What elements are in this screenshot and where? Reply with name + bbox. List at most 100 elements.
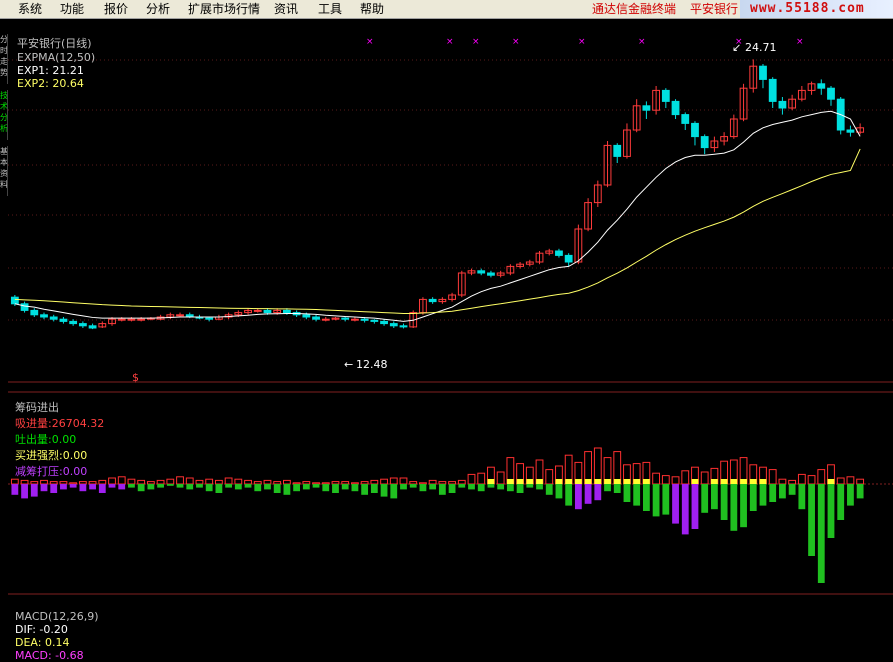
candle-down xyxy=(205,317,214,320)
release-bar xyxy=(302,484,310,490)
absorb-bar xyxy=(302,481,311,485)
candle-down xyxy=(389,323,398,327)
absorb-bar xyxy=(273,481,282,485)
signal-marker: × xyxy=(638,37,646,47)
absorb-bar xyxy=(467,473,476,485)
release-bar xyxy=(98,484,106,493)
absorb-bar xyxy=(185,477,194,485)
macd-panel-header: MACD(12,26,9) DIF: -0.20 DEA: 0.14 MACD:… xyxy=(8,597,99,662)
release-bar xyxy=(817,484,825,583)
absorb-bar xyxy=(146,481,155,485)
stock-chart[interactable]: × × × × × × × ×←↙$ xyxy=(0,20,893,610)
release-bar xyxy=(176,484,184,488)
candle-down xyxy=(778,100,787,109)
absorb-bar xyxy=(292,482,301,485)
absorb-value: 26704.32 xyxy=(51,417,105,430)
absorb-bar xyxy=(496,471,505,485)
release-bar xyxy=(652,484,660,517)
candle-down xyxy=(283,309,291,314)
absorb-bar xyxy=(671,476,680,485)
release-bar xyxy=(361,484,369,495)
absorb-bar xyxy=(98,479,107,485)
release-bar xyxy=(604,484,611,492)
release-bar xyxy=(701,484,709,513)
absorb-bar xyxy=(477,472,486,485)
tab-technical-analysis[interactable]: 技术分析 xyxy=(0,90,8,140)
release-bar xyxy=(400,484,407,490)
menu-analysis[interactable]: 分析 xyxy=(146,0,170,18)
release-bar xyxy=(672,484,679,524)
release-bar xyxy=(264,484,271,490)
absorb-bar xyxy=(788,479,797,485)
menu-help[interactable]: 帮助 xyxy=(360,0,384,18)
menu-extended-market[interactable]: 扩展市场行情 xyxy=(188,0,260,18)
absorb-bar xyxy=(195,479,204,485)
buy-strong-bar xyxy=(633,479,641,484)
candle-down xyxy=(428,298,437,303)
buy-strong-bar xyxy=(759,479,767,484)
release-bar xyxy=(322,484,330,492)
release-bar xyxy=(438,484,446,495)
menu-system[interactable]: 系统 xyxy=(18,0,42,18)
release-bar xyxy=(633,484,641,506)
absorb-bar xyxy=(137,479,146,485)
release-bar xyxy=(497,484,505,490)
candle-up xyxy=(351,318,359,321)
release-bar xyxy=(458,484,466,488)
buy-strong-bar xyxy=(574,479,582,484)
release-bar xyxy=(60,484,67,490)
release-bar xyxy=(21,484,28,499)
release-bar xyxy=(506,484,514,492)
app-title: 通达信金融终端 xyxy=(592,2,677,16)
release-bar xyxy=(769,484,777,502)
side-tabs: 分时走势 技术分析 基本资料 xyxy=(0,20,8,610)
low-price-label: 12.48 xyxy=(356,358,388,371)
buy-strong-bar xyxy=(711,479,718,484)
menu-function[interactable]: 功能 xyxy=(60,0,84,18)
tab-fundamentals[interactable]: 基本资料 xyxy=(0,146,8,196)
dea-value: DEA: 0.14 xyxy=(15,636,70,649)
absorb-bar xyxy=(205,478,214,485)
release-bar xyxy=(205,484,213,492)
candle-up xyxy=(176,314,184,317)
buy-strong-bar xyxy=(720,479,728,484)
candle-down xyxy=(20,303,29,311)
absorb-bar xyxy=(20,479,29,485)
release-bar xyxy=(545,484,553,495)
release-bar xyxy=(477,484,485,492)
release-bar xyxy=(137,484,145,492)
release-bar xyxy=(681,484,689,535)
candle-down xyxy=(59,318,68,322)
candle-down xyxy=(613,144,622,157)
tab-intraday[interactable]: 分时走势 xyxy=(0,34,8,84)
candle-down xyxy=(691,122,699,138)
release-bar xyxy=(526,484,534,488)
menu-quote[interactable]: 报价 xyxy=(104,0,128,18)
buy-strong-bar xyxy=(642,479,650,484)
absorb-bar xyxy=(156,479,165,485)
absorb-bar xyxy=(457,479,466,485)
release-bar xyxy=(827,484,835,538)
buy-strong-bar xyxy=(749,479,757,484)
release-bar xyxy=(128,484,135,488)
absorb-bar xyxy=(700,471,709,485)
candle-down xyxy=(681,114,690,124)
release-bar xyxy=(584,484,592,504)
chip-flow-title: 筹码进出 xyxy=(15,401,59,414)
release-bar xyxy=(30,484,38,497)
release-bar xyxy=(244,484,252,488)
absorb-bar xyxy=(836,477,845,485)
menu-news[interactable]: 资讯 xyxy=(274,0,298,18)
release-bar xyxy=(370,484,378,493)
exp2-line xyxy=(14,148,861,314)
buy-strong-bar xyxy=(740,479,747,484)
candle-down xyxy=(302,314,311,318)
release-bar xyxy=(448,484,456,493)
candle-down xyxy=(263,309,272,314)
release-bar xyxy=(662,484,670,515)
release-bar xyxy=(147,484,155,490)
absorb-bar xyxy=(69,482,78,485)
candle-down xyxy=(69,320,78,325)
signal-marker: × xyxy=(512,37,520,47)
menu-tools[interactable]: 工具 xyxy=(318,0,342,18)
